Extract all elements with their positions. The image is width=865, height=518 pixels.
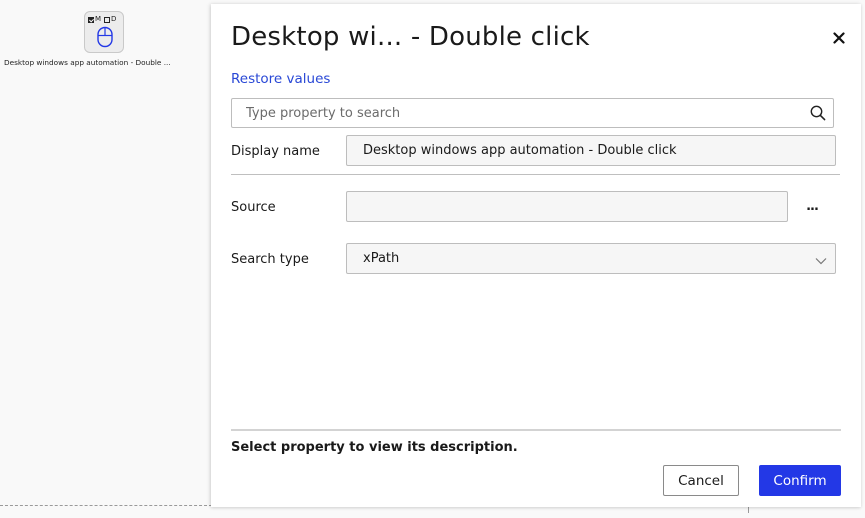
search-type-value: xPath <box>363 251 400 266</box>
confirm-button[interactable]: Confirm <box>759 465 841 496</box>
flag-d-label: D <box>111 15 117 23</box>
cancel-button[interactable]: Cancel <box>663 465 739 496</box>
search-icon[interactable] <box>810 105 826 125</box>
property-search-input[interactable] <box>246 99 796 127</box>
canvas-divider <box>0 505 212 506</box>
source-more-button[interactable]: ... <box>801 197 823 215</box>
chevron-down-icon <box>815 254 827 269</box>
display-name-value: Desktop windows app automation - Double … <box>363 143 677 158</box>
node-flags: M D <box>88 15 124 24</box>
properties-panel: Desktop wi... - Double click Restore val… <box>211 4 861 507</box>
flag-m-checkbox[interactable] <box>88 16 94 23</box>
panel-title: Desktop wi... - Double click <box>231 22 590 52</box>
close-button[interactable] <box>829 28 849 48</box>
close-icon <box>833 29 845 48</box>
workflow-node[interactable]: M D <box>84 11 124 53</box>
source-label: Source <box>231 200 276 215</box>
mouse-icon <box>96 26 114 52</box>
display-name-field[interactable]: Desktop windows app automation - Double … <box>346 135 836 166</box>
search-type-select[interactable]: xPath <box>346 243 836 274</box>
property-description: Select property to view its description. <box>231 440 518 455</box>
description-divider <box>231 429 841 431</box>
source-field[interactable] <box>346 191 788 222</box>
restore-values-link[interactable]: Restore values <box>231 71 330 87</box>
flag-d-checkbox[interactable] <box>104 16 111 23</box>
properties-divider <box>231 174 840 175</box>
search-type-label: Search type <box>231 252 309 267</box>
property-search-box[interactable] <box>231 98 834 128</box>
node-label: Desktop windows app automation - Double … <box>4 58 171 67</box>
display-name-label: Display name <box>231 144 320 159</box>
flag-m-label: M <box>95 15 102 23</box>
